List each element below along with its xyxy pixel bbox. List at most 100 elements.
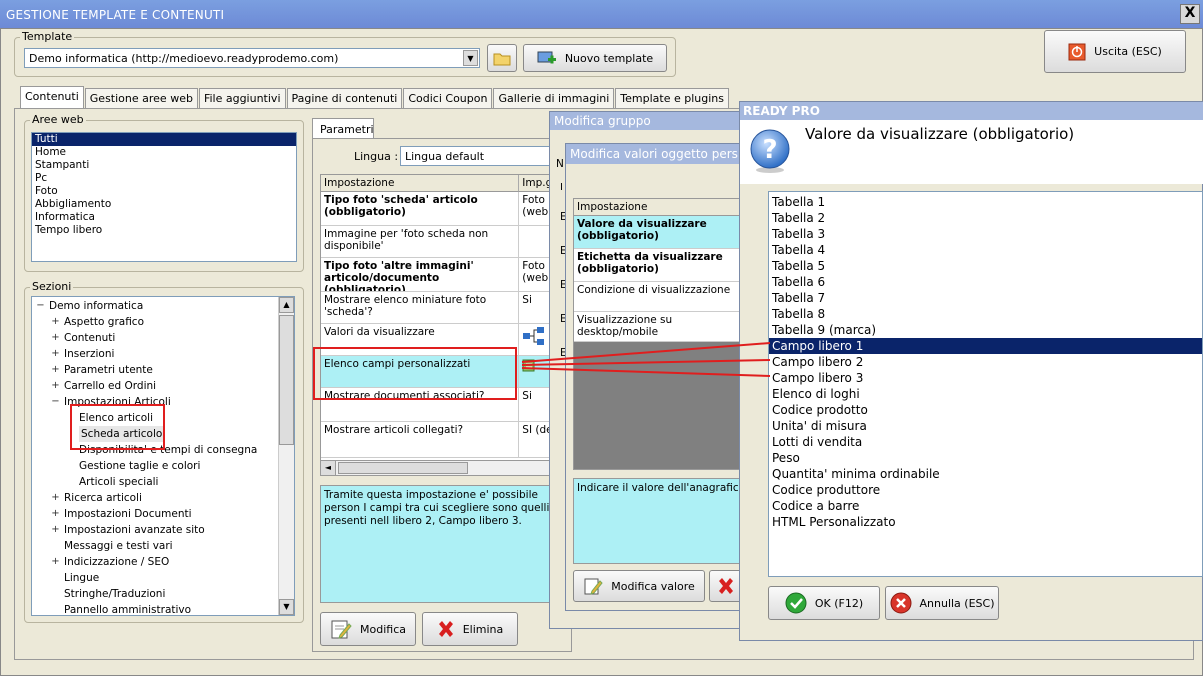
scroll-left-icon[interactable]: ◄ [321,461,336,475]
cancel-button[interactable]: Annulla (ESC) [885,586,999,620]
scroll-down-icon[interactable]: ▼ [279,599,294,615]
option-item[interactable]: HTML Personalizzato [769,514,1202,530]
option-item[interactable]: Elenco di loghi [769,386,1202,402]
option-item[interactable]: Campo libero 3 [769,370,1202,386]
list-item[interactable]: Pc [32,172,296,185]
value-setting-row[interactable]: Valore da visualizzare (obbligatorio) [574,216,740,249]
tree-item[interactable]: + Aspetto grafico [32,314,294,330]
list-item[interactable]: Home [32,146,296,159]
option-item[interactable]: Tabella 1 [769,194,1202,210]
expand-plus-icon[interactable]: + [51,362,60,378]
expand-plus-icon[interactable]: + [51,330,60,346]
tree-item[interactable]: Lingue [32,570,294,586]
tree-item[interactable]: Articoli speciali [32,474,294,490]
tree-item[interactable]: − Demo informatica [32,298,294,314]
tree-item[interactable]: Gestione taglie e colori [32,458,294,474]
value-setting-row[interactable]: Visualizzazione su desktop/mobile [574,312,740,342]
exit-button[interactable]: Uscita (ESC) [1044,30,1186,73]
expand-plus-icon[interactable]: + [51,346,60,362]
grid-row[interactable]: Mostrare elenco miniature foto 'scheda'?… [321,292,559,324]
modifica-valori-grid: Impostazione Valore da visualizzare (obb… [573,198,741,470]
collapse-minus-icon[interactable]: − [36,298,45,314]
tab-codici-coupon[interactable]: Codici Coupon [403,88,493,108]
chevron-down-icon[interactable]: ▼ [463,50,478,66]
tree-item[interactable]: + Impostazioni avanzate sito [32,522,294,538]
grid-hscrollbar[interactable]: ◄ [320,460,560,476]
option-item[interactable]: Unita' di misura [769,418,1202,434]
elimina-button[interactable]: Elimina [422,612,518,646]
expand-plus-icon[interactable]: + [51,314,60,330]
open-folder-button[interactable] [487,44,517,72]
expand-plus-icon[interactable]: + [51,522,60,538]
tree-item[interactable]: + Ricerca articoli [32,490,294,506]
hscroll-thumb[interactable] [338,462,468,474]
grid-row[interactable]: Mostrare articoli collegati? SI (de [321,422,559,458]
option-item[interactable]: Tabella 4 [769,242,1202,258]
option-item[interactable]: Campo libero 1 [769,338,1202,354]
tab-gallerie-di-immagini[interactable]: Gallerie di immagini [493,88,615,108]
option-item[interactable]: Quantita' minima ordinabile [769,466,1202,482]
expand-plus-icon[interactable]: + [51,378,60,394]
option-item[interactable]: Campo libero 2 [769,354,1202,370]
list-item[interactable]: Abbigliamento [32,198,296,211]
option-item[interactable]: Tabella 5 [769,258,1202,274]
tab-contenuti[interactable]: Contenuti [20,86,84,108]
ok-button[interactable]: OK (F12) [768,586,880,620]
option-item[interactable]: Codice produttore [769,482,1202,498]
list-item[interactable]: Tempo libero [32,224,296,237]
option-item[interactable]: Tabella 3 [769,226,1202,242]
sezioni-tree[interactable]: − Demo informatica + Aspetto grafico + Conten… [31,296,295,616]
tree-item[interactable]: + Parametri utente [32,362,294,378]
template-select[interactable]: Demo informatica (http://medioevo.readyp… [24,48,480,68]
list-item[interactable]: Tutti [32,133,296,146]
grid-row[interactable]: Tipo foto 'scheda' articolo (obbligatori… [321,192,559,226]
tree-item[interactable]: + Inserzioni [32,346,294,362]
new-template-button[interactable]: Nuovo template [523,44,667,72]
tab-gestione-aree-web[interactable]: Gestione aree web [84,88,198,108]
value-setting-row[interactable]: Condizione di visualizzazione [574,282,740,312]
grid-row[interactable]: Immagine per 'foto scheda non disponibil… [321,226,559,258]
expand-plus-icon[interactable]: + [51,490,60,506]
option-item[interactable]: Tabella 9 (marca) [769,322,1202,338]
list-item[interactable]: Informatica [32,211,296,224]
delete-value-button[interactable] [709,570,743,602]
lingua-select[interactable]: Lingua default [400,146,560,166]
power-icon [1068,43,1086,60]
tree-item[interactable]: + Carrello ed Ordini [32,378,294,394]
close-button[interactable]: X [1180,4,1200,24]
modifica-button[interactable]: Modifica [320,612,416,646]
tab-template-e-plugins[interactable]: Template e plugins [615,88,730,108]
list-edit-icon[interactable] [522,358,538,374]
value-setting-row[interactable]: Etichetta da visualizzare (obbligatorio) [574,249,740,282]
scroll-up-icon[interactable]: ▲ [279,297,294,313]
option-item[interactable]: Codice prodotto [769,402,1202,418]
option-item[interactable]: Tabella 2 [769,210,1202,226]
value-options-list[interactable]: Tabella 1 Tabella 2 Tabella 3 Tabella 4 Tabe… [768,191,1203,577]
aree-web-list[interactable]: Tutti Home Stampanti Pc Foto Abbigliamento Inf… [31,132,297,262]
tree-item[interactable]: + Indicizzazione / SEO [32,554,294,570]
tree-scrollbar[interactable]: ▲ ▼ [278,297,294,615]
tab-file-aggiuntivi[interactable]: File aggiuntivi [198,88,286,108]
tree-item[interactable]: Pannello amministrativo [32,602,294,615]
option-item[interactable]: Codice a barre [769,498,1202,514]
tab-parametri[interactable]: Parametri [312,118,374,138]
scroll-thumb[interactable] [279,315,294,445]
tree-item[interactable]: Stringhe/Traduzioni [32,586,294,602]
list-item[interactable]: Foto [32,185,296,198]
expand-plus-icon[interactable]: + [51,506,60,522]
tree-item[interactable]: Messaggi e testi vari [32,538,294,554]
collapse-minus-icon[interactable]: − [51,394,60,410]
modifica-valore-button[interactable]: Modifica valore [573,570,705,602]
list-item[interactable]: Stampanti [32,159,296,172]
tab-pagine-di-contenuti[interactable]: Pagine di contenuti [286,88,403,108]
tree-item[interactable]: + Contenuti [32,330,294,346]
option-item[interactable]: Tabella 7 [769,290,1202,306]
option-item[interactable]: Peso [769,450,1202,466]
option-item[interactable]: Tabella 8 [769,306,1202,322]
grid-row[interactable]: Tipo foto 'altre immagini' articolo/docu… [321,258,559,292]
option-item[interactable]: Lotti di vendita [769,434,1202,450]
option-item[interactable]: Tabella 6 [769,274,1202,290]
tree-item[interactable]: + Impostazioni Documenti [32,506,294,522]
expand-plus-icon[interactable]: + [51,554,60,570]
hierarchy-icon[interactable] [522,326,546,346]
